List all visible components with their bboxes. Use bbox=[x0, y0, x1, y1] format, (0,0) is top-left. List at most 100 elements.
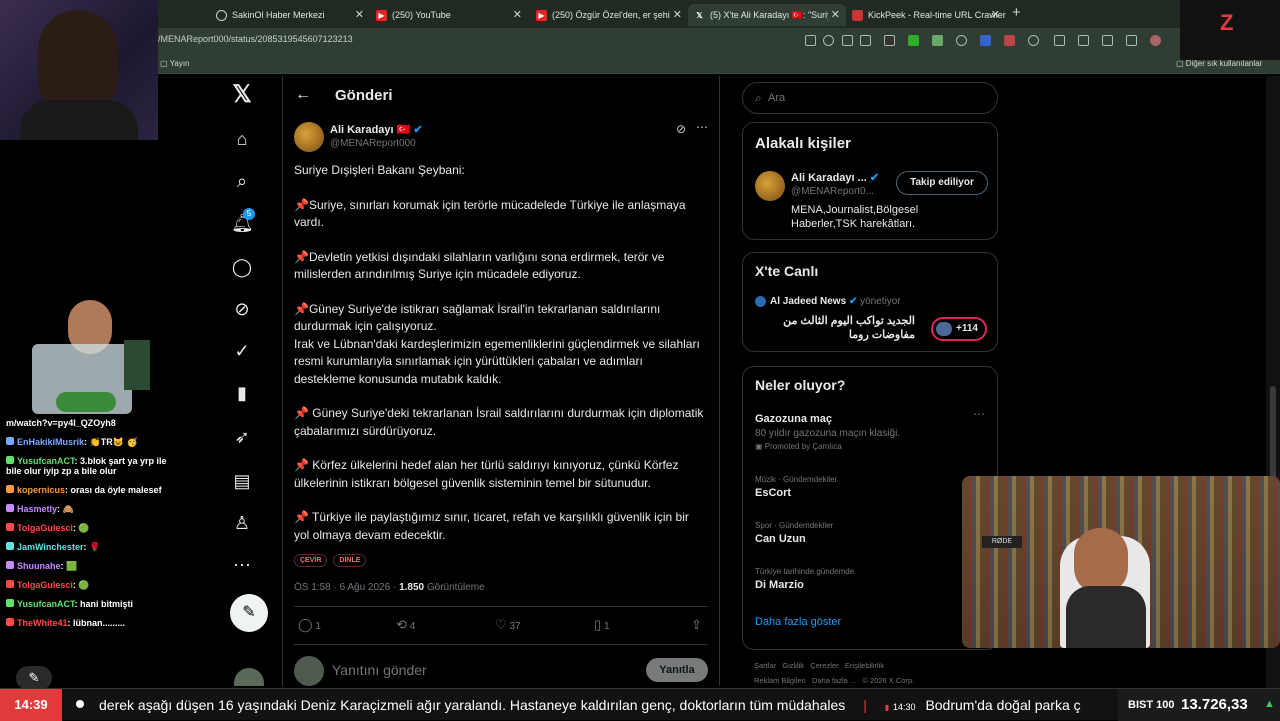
chat-username[interactable]: Hasmetly bbox=[17, 504, 57, 514]
zoom-icon[interactable] bbox=[823, 35, 834, 46]
extension-icon[interactable] bbox=[980, 35, 991, 46]
extension-icon[interactable] bbox=[908, 35, 919, 46]
chat-username[interactable]: Shuunahe bbox=[17, 561, 61, 571]
extension-icon[interactable] bbox=[932, 35, 943, 46]
more-options-icon[interactable]: ⋯ bbox=[696, 120, 708, 134]
search-input[interactable]: ⌕ Ara bbox=[742, 82, 998, 114]
footer-link[interactable]: Reklam Bilgileri bbox=[754, 676, 806, 685]
split-icon[interactable] bbox=[1054, 35, 1065, 46]
verified-icon[interactable]: ✓ bbox=[231, 340, 253, 362]
following-button[interactable]: Takip ediliyor bbox=[896, 171, 988, 195]
chat-username[interactable]: kopernicus bbox=[17, 485, 65, 495]
extension-icon[interactable] bbox=[1004, 35, 1015, 46]
reply-input[interactable]: Yanıtını gönder bbox=[332, 662, 427, 678]
avatar[interactable] bbox=[1150, 35, 1161, 46]
profile-icon[interactable]: ♙ bbox=[231, 512, 253, 534]
listen-button[interactable]: DİNLE bbox=[333, 554, 367, 567]
jobs-icon[interactable]: ➶ bbox=[231, 426, 253, 448]
browser-tab[interactable]: KickPeek - Real-time URL Crawler ✕ bbox=[846, 4, 1006, 26]
compose-icon[interactable]: ✎ bbox=[230, 594, 268, 632]
chat-username[interactable]: JamWinchester bbox=[17, 542, 83, 552]
stream-chat: m/watch?v=py4I_QZOyh8 EnHakikiMusrik: 👏T… bbox=[0, 418, 180, 637]
x-logo-icon[interactable]: 𝕏 bbox=[231, 83, 253, 107]
close-icon[interactable]: ✕ bbox=[673, 8, 682, 21]
overlay-badge bbox=[1210, 668, 1250, 688]
close-icon[interactable]: ✕ bbox=[513, 8, 522, 21]
microphone: RØDE bbox=[982, 536, 1022, 548]
related-name[interactable]: Ali Karadayı ... ✔ bbox=[791, 171, 879, 184]
collections-icon[interactable] bbox=[1126, 35, 1137, 46]
footer-link[interactable]: Gizlilik bbox=[782, 661, 804, 670]
reader-icon[interactable] bbox=[842, 35, 853, 46]
like-button[interactable]: ♡ 37 bbox=[495, 617, 521, 633]
live-host[interactable]: Al Jadeed News ✔ yönetiyor bbox=[770, 296, 901, 307]
chat-username[interactable]: TheWhite41 bbox=[17, 618, 68, 628]
chat-username[interactable]: TolgaGulesci bbox=[17, 523, 73, 533]
extension-icon[interactable] bbox=[956, 35, 967, 46]
star-icon[interactable] bbox=[860, 35, 871, 46]
kick-icon bbox=[852, 9, 863, 21]
favorites-icon[interactable] bbox=[1078, 35, 1089, 46]
trend-item[interactable]: Türkiye tarihinde gündemde Di Marzio bbox=[755, 567, 987, 591]
new-tab-icon[interactable]: + bbox=[1012, 4, 1021, 21]
bookmark-item[interactable]: ▢ Yayın bbox=[160, 59, 190, 68]
live-listeners[interactable]: +114 bbox=[931, 317, 987, 341]
author-name[interactable]: Ali Karadayı 🇹🇷 ✔ bbox=[330, 123, 423, 136]
bookmark-button[interactable]: ▯ 1 bbox=[594, 617, 610, 633]
reply-submit-button[interactable]: Yanıtla bbox=[646, 658, 708, 682]
related-handle[interactable]: @MENAReport0... bbox=[791, 186, 874, 197]
search-icon: ⌕ bbox=[755, 91, 762, 105]
url-field[interactable]: /MENAReport000/status/208531954560712321… bbox=[158, 34, 353, 44]
translate-button[interactable]: ÇEVİR bbox=[294, 554, 328, 567]
browser-tab[interactable]: SakinOl Haber Merkezi ✕ bbox=[210, 4, 370, 26]
bookmark-folder[interactable]: ▢ Diğer sık kullanılanlar bbox=[1176, 59, 1262, 68]
avatar[interactable] bbox=[234, 668, 264, 686]
health-icon[interactable] bbox=[1102, 35, 1113, 46]
avatar bbox=[755, 296, 766, 307]
chat-username[interactable]: EnHakikiMusrik bbox=[17, 437, 84, 447]
chat-username[interactable]: YusufcanACT bbox=[17, 456, 75, 466]
refresh-icon[interactable] bbox=[1028, 35, 1039, 46]
search-icon[interactable]: ⌕ bbox=[231, 170, 253, 192]
show-more-link[interactable]: Daha fazla göster bbox=[755, 616, 841, 628]
bell-icon[interactable]: 🔔︎ 5 bbox=[231, 208, 255, 234]
trend-context: Müzik · Gündemdekiler bbox=[755, 475, 838, 484]
tab-label: (250) Özgür Özel'den, er şehit yakı bbox=[552, 10, 670, 20]
more-icon[interactable]: ⋯ bbox=[231, 554, 253, 576]
section-title: Neler oluyor? bbox=[755, 377, 846, 393]
grok-icon[interactable]: ⊘ bbox=[231, 298, 253, 320]
home-icon[interactable]: ⌂ bbox=[231, 128, 253, 150]
footer-link[interactable]: Şartlar bbox=[754, 661, 776, 670]
more-options-icon[interactable]: ⋯ bbox=[973, 407, 985, 421]
avatar[interactable] bbox=[755, 171, 785, 201]
chat-username[interactable]: TolgaGulesci bbox=[17, 580, 73, 590]
footer-link[interactable]: Daha fazla ... bbox=[812, 676, 856, 685]
apps-icon[interactable] bbox=[805, 35, 816, 46]
chat-username[interactable]: YusufcanACT bbox=[17, 599, 75, 609]
post-timestamp[interactable]: ÖS 1:58 · 6 Ağu 2026 · bbox=[294, 582, 399, 593]
grok-icon[interactable]: ⊘ bbox=[676, 122, 686, 136]
trend-item[interactable]: Müzik · Gündemdekiler EsCort bbox=[755, 475, 987, 499]
chat-message: YusufcanACT: 3.blok şart ya yrp ile bile… bbox=[0, 456, 176, 476]
browser-tab[interactable]: ▶ (250) YouTube ✕ bbox=[370, 4, 528, 26]
reply-button[interactable]: ◯ 1 bbox=[298, 617, 321, 633]
share-icon[interactable]: ⇪ bbox=[691, 617, 702, 633]
footer-link[interactable]: Çerezler bbox=[810, 661, 838, 670]
repost-button[interactable]: ⟲ 4 bbox=[396, 617, 415, 633]
extension-icon[interactable] bbox=[884, 35, 895, 46]
browser-tab[interactable]: ▶ (250) Özgür Özel'den, er şehit yakı ✕ bbox=[530, 4, 688, 26]
trend-item[interactable]: Gazozuna maç 80 yıldır gazozuna maçın kl… bbox=[755, 407, 987, 451]
browser-tab-active[interactable]: 𝕏 (5) X'te Ali Karadayı 🇹🇷: "Suriye Dı ✕ bbox=[688, 4, 846, 26]
live-title[interactable]: الجديد تواكب اليوم الثالث من مفاوضات روم… bbox=[755, 314, 915, 342]
messages-icon[interactable]: ◯ bbox=[231, 256, 253, 278]
lists-icon[interactable]: ▤ bbox=[231, 470, 253, 492]
back-arrow-icon[interactable]: ← bbox=[295, 86, 311, 104]
footer-link[interactable]: Erişilebilirlik bbox=[845, 661, 884, 670]
close-icon[interactable]: ✕ bbox=[355, 8, 364, 21]
close-icon[interactable]: ✕ bbox=[831, 8, 840, 21]
bookmark-icon[interactable]: ▮ bbox=[231, 382, 253, 404]
close-icon[interactable]: ✕ bbox=[991, 8, 1000, 21]
trend-item[interactable]: Spor · Gündemdekiler Can Uzun bbox=[755, 521, 987, 545]
avatar[interactable] bbox=[294, 122, 324, 152]
author-handle[interactable]: @MENAReport000 bbox=[330, 138, 416, 149]
